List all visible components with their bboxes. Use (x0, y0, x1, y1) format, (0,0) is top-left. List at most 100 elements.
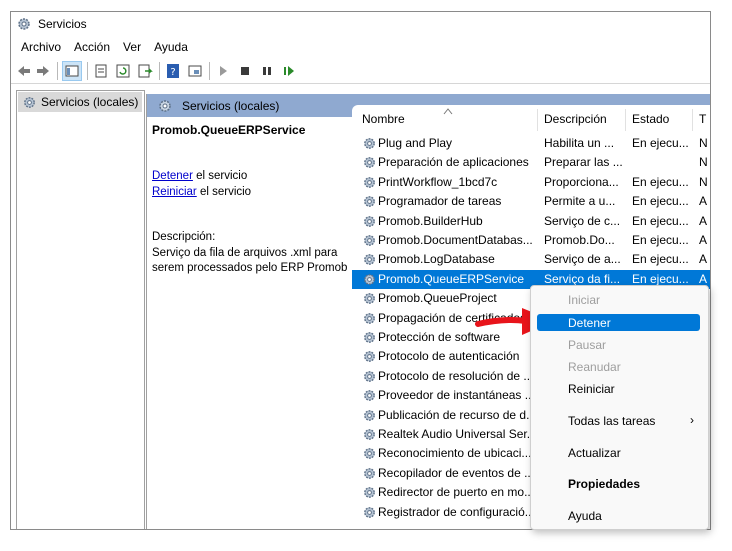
panel-header-title: Servicios (locales) (182, 98, 280, 113)
column-header-name[interactable]: Nombre (362, 105, 405, 133)
refresh-icon[interactable] (114, 62, 132, 80)
service-gear-icon (362, 505, 377, 520)
service-type-cell: N (699, 136, 708, 150)
column-separator[interactable] (692, 109, 693, 131)
title-bar: Servicios (11, 12, 710, 36)
table-row[interactable]: Plug and Play Habilita un ... En ejecu... N (352, 134, 710, 153)
resume-icon[interactable] (280, 62, 298, 80)
menu-item-reiniciar[interactable]: Reiniciar (537, 380, 700, 397)
service-gear-icon (362, 155, 377, 170)
service-type-cell: A (699, 233, 708, 247)
column-separator[interactable] (537, 109, 538, 131)
export-icon[interactable] (136, 62, 154, 80)
menu-item-label: Actualizar (568, 445, 621, 460)
context-menu: Iniciar Detener Pausar Reanudar Reiniciar Tod… (530, 285, 709, 530)
toolbar-separator (87, 62, 88, 80)
menu-item-label: Detener (568, 315, 611, 330)
service-description-cell: Proporciona... (544, 174, 619, 189)
menu-item-label: Ayuda (568, 508, 602, 523)
table-row[interactable]: Promob.LogDatabase Serviço de a... En ejec… (352, 250, 710, 269)
service-state-cell: En ejecu... (632, 174, 689, 189)
table-row[interactable]: PrintWorkflow_1bcd7c Proporciona... En eje… (352, 173, 710, 192)
menu-item-pausar[interactable]: Pausar (537, 336, 700, 353)
description-label: Descripción: (152, 231, 216, 243)
service-gear-icon (362, 214, 377, 229)
menu-archivo[interactable]: Archivo (21, 40, 61, 54)
description-line-2: serem processados pelo ERP Promob (152, 262, 348, 274)
menu-ver[interactable]: Ver (123, 40, 141, 54)
play-icon[interactable] (214, 62, 232, 80)
table-row[interactable]: Promob.DocumentDatabas... Promob.Do... En … (352, 231, 710, 250)
service-gear-icon (362, 446, 377, 461)
menu-item-detener[interactable]: Detener (537, 314, 700, 331)
menu-item-iniciar[interactable]: Iniciar (537, 291, 700, 308)
service-gear-icon (362, 427, 377, 442)
menu-item-propiedades[interactable]: Propiedades (537, 475, 700, 492)
stop-icon[interactable] (236, 62, 254, 80)
help-icon[interactable]: ? (164, 62, 182, 80)
menu-item-todas-las-tareas[interactable]: Todas las tareas › (537, 412, 700, 429)
service-name-cell: Promob.BuilderHub (378, 213, 483, 228)
back-icon[interactable] (15, 62, 33, 80)
service-name-cell: PrintWorkflow_1bcd7c (378, 174, 498, 189)
menu-item-reanudar[interactable]: Reanudar (537, 358, 700, 375)
tree-item-label: Servicios (locales) (41, 95, 139, 109)
service-description-cell: Serviço da fi... (544, 271, 621, 286)
service-name-cell: Recopilador de eventos de ... (378, 465, 535, 480)
properties-icon[interactable] (92, 62, 110, 80)
service-type-cell: A (699, 252, 708, 267)
service-gear-icon (362, 136, 377, 151)
console-tree: Servicios (locales) (16, 90, 145, 529)
menu-ayuda[interactable]: Ayuda (154, 40, 188, 54)
service-gear-icon (362, 388, 377, 403)
service-type-cell: A (699, 213, 708, 228)
table-row[interactable]: Preparación de aplicaciones Preparar las … (352, 153, 710, 172)
service-gear-icon (362, 272, 377, 287)
services-gear-icon (159, 99, 171, 112)
service-gear-icon (362, 485, 377, 500)
restart-action: Reiniciar el servicio (152, 186, 251, 198)
service-state-cell: En ejecu... (632, 136, 689, 150)
menu-accion[interactable]: Acción (74, 40, 110, 54)
pause-icon[interactable] (258, 62, 276, 80)
table-row[interactable]: Programador de tareas Permite a u... En ej… (352, 192, 710, 211)
tree-item-servicios-locales[interactable]: Servicios (locales) (18, 92, 142, 112)
service-type-cell: A (699, 194, 708, 209)
table-row[interactable]: Promob.BuilderHub Serviço de c... En ejecu… (352, 212, 710, 231)
service-gear-icon (362, 252, 377, 267)
service-type-cell: N (699, 155, 708, 170)
stop-service-link[interactable]: Detener (152, 170, 193, 182)
toolbar-separator (57, 62, 58, 80)
toolbar: ? (11, 59, 710, 84)
restart-service-link[interactable]: Reiniciar (152, 186, 197, 198)
menu-bar: Archivo Acción Ver Ayuda (11, 36, 710, 58)
column-header-state[interactable]: Estado (632, 105, 669, 133)
service-name-cell: Programador de tareas (378, 194, 502, 209)
svg-text:?: ? (170, 67, 175, 78)
service-gear-icon (362, 291, 377, 306)
forward-icon[interactable] (34, 62, 52, 80)
service-type-cell: N (699, 174, 708, 189)
toolbar-separator (209, 62, 210, 80)
console-tree-icon[interactable] (62, 61, 82, 81)
service-description-cell: Promob.Do... (544, 233, 615, 247)
service-name-cell: Publicación de recurso de d... (378, 407, 536, 422)
menu-item-label: Pausar (568, 337, 607, 352)
menu-item-actualizar[interactable]: Actualizar (537, 444, 700, 461)
menu-item-ayuda[interactable]: Ayuda (537, 507, 700, 524)
view-icon[interactable] (186, 62, 204, 80)
stop-service-text: el servicio (192, 170, 248, 182)
service-gear-icon (362, 408, 377, 423)
service-description-cell: Habilita un ... (544, 136, 615, 150)
service-name-cell: Plug and Play (378, 136, 453, 150)
service-description-cell: Serviço de c... (544, 213, 621, 228)
menu-item-label: Iniciar (568, 292, 601, 307)
column-header-type[interactable]: T (699, 105, 706, 133)
service-gear-icon (362, 369, 377, 384)
column-header-description[interactable]: Descripción (544, 105, 607, 133)
column-separator[interactable] (625, 109, 626, 131)
service-gear-icon (362, 349, 377, 364)
sort-ascending-icon (443, 108, 453, 115)
service-details: Promob.QueueERPService (152, 123, 352, 137)
service-name-cell: Reconocimiento de ubicaci... (378, 446, 532, 461)
